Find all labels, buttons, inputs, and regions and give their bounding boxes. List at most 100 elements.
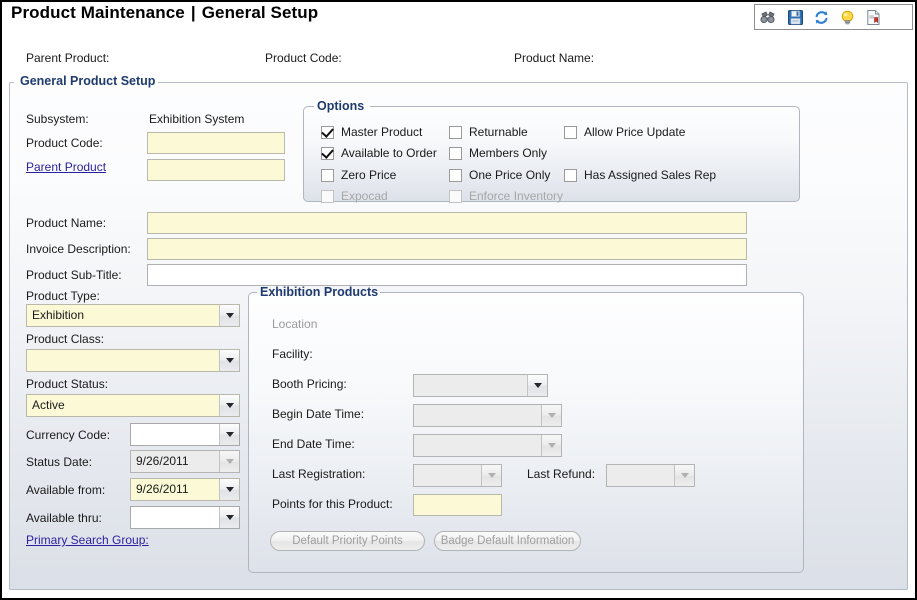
parent-product-link[interactable]: Parent Product	[26, 160, 106, 174]
product-status-value: Active	[27, 395, 219, 416]
default-priority-points-button[interactable]: Default Priority Points	[270, 531, 425, 551]
checkbox-box	[564, 169, 577, 182]
begin-date-time-label: Begin Date Time:	[272, 407, 364, 421]
booth-pricing-combo[interactable]	[413, 374, 548, 397]
checkbox-members-only[interactable]: Members Only	[449, 146, 547, 160]
chevron-down-icon	[481, 465, 501, 486]
facility-label: Facility:	[272, 347, 313, 361]
product-name-input[interactable]	[147, 212, 747, 234]
subsystem-value: Exhibition System	[149, 112, 244, 126]
checkbox-label: One Price Only	[469, 168, 550, 182]
checkbox-master-product[interactable]: Master Product	[321, 125, 422, 139]
report-icon[interactable]	[863, 7, 883, 27]
chevron-down-icon[interactable]	[219, 395, 239, 416]
points-for-this-product-label: Points for this Product:	[272, 497, 393, 511]
product-code-label: Product Code:	[26, 136, 103, 150]
checkbox-expocad: Expocad	[321, 189, 388, 203]
toolbar	[754, 4, 913, 30]
location-label: Location	[272, 317, 317, 331]
checkbox-box	[321, 190, 334, 203]
lightbulb-icon[interactable]	[837, 7, 857, 27]
last-refund-field	[606, 464, 695, 487]
product-status-label: Product Status:	[26, 377, 108, 391]
end-date-time-label: End Date Time:	[272, 437, 355, 451]
chevron-down-icon[interactable]	[527, 375, 547, 396]
product-class-combo[interactable]	[26, 349, 240, 372]
page-title: Product Maintenance|General Setup	[11, 3, 318, 23]
checkbox-box	[321, 126, 334, 139]
checkbox-label: Available to Order	[341, 146, 437, 160]
booth-pricing-value	[414, 375, 527, 396]
checkbox-box	[449, 126, 462, 139]
points-for-this-product-input[interactable]	[413, 494, 502, 516]
available-thru-label: Available thru:	[26, 511, 102, 525]
available-from-value: 9/26/2011	[131, 479, 219, 500]
chevron-down-icon[interactable]	[219, 424, 239, 445]
product-type-label: Product Type:	[26, 289, 100, 303]
available-from-label: Available from:	[26, 483, 105, 497]
product-class-label: Product Class:	[26, 332, 104, 346]
parent-product-input[interactable]	[147, 159, 285, 181]
end-date-time-value	[414, 435, 541, 456]
checkbox-label: Returnable	[469, 125, 528, 139]
header-parent-product-label: Parent Product:	[26, 51, 109, 65]
begin-date-time-field	[413, 404, 562, 427]
checkbox-one-price-only[interactable]: One Price Only	[449, 168, 550, 182]
page-title-sub: General Setup	[202, 3, 319, 22]
product-class-value	[27, 350, 219, 371]
badge-default-information-button[interactable]: Badge Default Information	[434, 531, 581, 551]
checkbox-enforce-inventory: Enforce Inventory	[449, 189, 563, 203]
page-title-main: Product Maintenance	[11, 3, 185, 22]
invoice-description-input[interactable]	[147, 238, 747, 260]
checkbox-box	[449, 190, 462, 203]
chevron-down-icon	[541, 435, 561, 456]
last-refund-value	[607, 465, 674, 486]
page-title-separator: |	[185, 3, 202, 22]
checkbox-label: Expocad	[341, 189, 388, 203]
product-status-combo[interactable]: Active	[26, 394, 240, 417]
general-product-setup-title: General Product Setup	[16, 74, 159, 88]
product-sub-title-input[interactable]	[147, 264, 747, 286]
product-type-value: Exhibition	[27, 305, 219, 326]
chevron-down-icon[interactable]	[219, 479, 239, 500]
binoculars-icon[interactable]	[759, 7, 779, 27]
checkbox-box	[321, 147, 334, 160]
chevron-down-icon	[219, 451, 239, 472]
chevron-down-icon[interactable]	[219, 350, 239, 371]
last-refund-label: Last Refund:	[527, 467, 595, 481]
checkbox-label: Master Product	[341, 125, 422, 139]
chevron-down-icon[interactable]	[219, 507, 239, 528]
checkbox-available-to-order[interactable]: Available to Order	[321, 146, 437, 160]
header-product-code-label: Product Code:	[265, 51, 342, 65]
currency-code-label: Currency Code:	[26, 428, 110, 442]
exhibition-products-title: Exhibition Products	[256, 285, 382, 299]
last-registration-label: Last Registration:	[272, 467, 365, 481]
chevron-down-icon[interactable]	[219, 305, 239, 326]
status-date-value: 9/26/2011	[131, 451, 219, 472]
checkbox-box	[449, 169, 462, 182]
header-product-name-label: Product Name:	[514, 51, 594, 65]
status-date-label: Status Date:	[26, 455, 92, 469]
product-code-input[interactable]	[147, 132, 285, 154]
checkbox-has-assigned-sales-rep[interactable]: Has Assigned Sales Rep	[564, 168, 716, 182]
available-from-combo[interactable]: 9/26/2011	[130, 478, 240, 501]
currency-code-combo[interactable]	[130, 423, 240, 446]
chevron-down-icon	[541, 405, 561, 426]
checkbox-label: Allow Price Update	[584, 125, 685, 139]
checkbox-allow-price-update[interactable]: Allow Price Update	[564, 125, 685, 139]
checkbox-label: Enforce Inventory	[469, 189, 563, 203]
refresh-icon[interactable]	[811, 7, 831, 27]
checkbox-label: Members Only	[469, 146, 547, 160]
product-name-label: Product Name:	[26, 216, 106, 230]
available-thru-combo[interactable]	[130, 506, 240, 529]
status-date-field: 9/26/2011	[130, 450, 240, 473]
checkbox-zero-price[interactable]: Zero Price	[321, 168, 396, 182]
last-registration-value	[414, 465, 481, 486]
checkbox-returnable[interactable]: Returnable	[449, 125, 528, 139]
save-icon[interactable]	[785, 7, 805, 27]
primary-search-group-link[interactable]: Primary Search Group:	[26, 533, 149, 547]
product-type-combo[interactable]: Exhibition	[26, 304, 240, 327]
product-maintenance-window: Product Maintenance|General Setup	[0, 0, 917, 600]
checkbox-label: Zero Price	[341, 168, 396, 182]
booth-pricing-label: Booth Pricing:	[272, 377, 347, 391]
